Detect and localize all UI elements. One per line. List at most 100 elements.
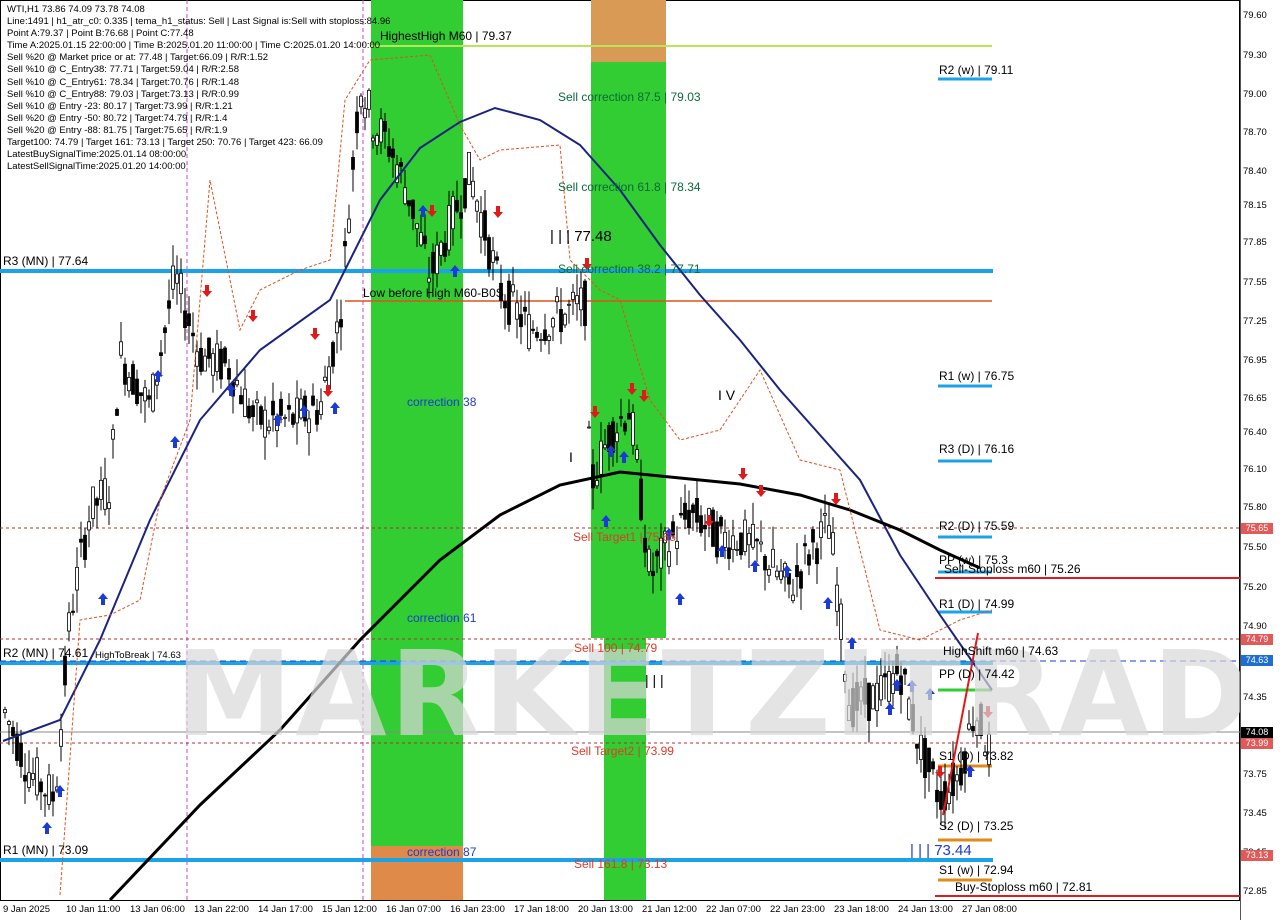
candle-body (531, 328, 535, 331)
candle-body (247, 405, 251, 419)
price-tick-label: 79.30 (1243, 50, 1267, 61)
buy-arrow (675, 593, 685, 605)
time-tick-label: 16 Jan 07:00 (386, 904, 441, 915)
price-tick-label: 78.15 (1243, 200, 1267, 211)
info-line: Sell %10 @ C_Entry38: 77.71 | Target:59.… (7, 64, 239, 76)
info-line: Sell %20 @ Entry -88: 81.75 | Target:75.… (7, 124, 228, 136)
price-tick-label: 76.65 (1243, 393, 1267, 404)
candle-body (127, 377, 131, 392)
candle-body (283, 416, 287, 419)
candle-body (79, 538, 83, 543)
r3-d-label: R3 (D) | 76.16 (939, 442, 1015, 456)
candle-body (687, 509, 691, 529)
candle-body (679, 512, 683, 516)
sell-arrow (310, 328, 320, 340)
candle-body (179, 272, 183, 295)
info-line: Sell %20 @ Entry -50: 80.72 | Target:74.… (7, 112, 228, 124)
wave-iii-low-label: | | | 73.44 (910, 842, 972, 859)
candle-body (595, 480, 599, 487)
candle-body (459, 212, 463, 219)
candle-body (107, 502, 111, 510)
buy-arrow (823, 597, 833, 609)
candle-body (575, 295, 579, 305)
price-tick-label: 73.75 (1243, 769, 1267, 780)
price-tick-label: 74.90 (1243, 621, 1267, 632)
candle-body (147, 395, 151, 400)
candle-body (335, 321, 339, 334)
price-tag: 73.13 (1241, 850, 1273, 861)
price-tick-label: 77.25 (1243, 316, 1267, 327)
candle-body (751, 523, 755, 548)
candle-body (763, 555, 767, 571)
time-tick-label: 22 Jan 07:00 (706, 904, 761, 915)
candle-body (315, 409, 319, 425)
candle-body (23, 774, 27, 782)
candle-body (715, 521, 719, 558)
candle-body (579, 287, 583, 311)
candle-body (67, 612, 71, 632)
r2-mn-label: R2 (MN) | 74.61 (3, 646, 89, 660)
high-to-break-label: HighToBreak | 74.63 (95, 650, 181, 661)
candle-body (123, 363, 127, 385)
candle-body (167, 300, 171, 309)
candle-body (187, 313, 191, 327)
candle-body (471, 180, 475, 198)
sell-zone-orange (591, 0, 666, 62)
candle-body (51, 791, 55, 802)
candle-body (483, 210, 487, 241)
info-line: LatestBuySignalTime:2025.01.14 08:00:00 (7, 149, 187, 161)
price-tick-label: 76.10 (1243, 464, 1267, 475)
candle-body (423, 235, 427, 245)
price-tick-label: 73.45 (1243, 808, 1267, 819)
info-line: Target100: 74.79 | Target 161: 73.13 | T… (7, 137, 323, 149)
candle-body (163, 327, 167, 334)
r2-w-label: R2 (w) | 79.11 (939, 63, 1014, 77)
info-line: Time A:2025.01.15 22:00:00 | Time B:2025… (7, 40, 381, 52)
candle-body (503, 301, 507, 309)
time-tick-label: 10 Jan 11:00 (66, 904, 121, 915)
candle-body (115, 409, 119, 416)
price-tick-label: 74.35 (1243, 692, 1267, 703)
candle-body (143, 387, 147, 402)
candle-body (719, 516, 723, 527)
price-tag: 74.08 (1241, 727, 1273, 738)
time-tick-label: 27 Jan 08:00 (962, 904, 1017, 915)
candle-body (771, 548, 775, 568)
candle-body (467, 151, 471, 185)
sell-correction-382-label: Sell correction 38.2 | 77.71 (558, 262, 701, 276)
price-axis[interactable] (1240, 0, 1280, 920)
candle-body (11, 727, 15, 737)
candle-body (759, 541, 763, 545)
candle-body (479, 212, 483, 238)
candle-body (543, 329, 547, 342)
time-tick-label: 13 Jan 22:00 (194, 904, 249, 915)
candle-body (647, 548, 651, 573)
correction-87-label: correction 87 (407, 845, 477, 859)
r1-w-label: R1 (w) | 76.75 (939, 369, 1015, 383)
candle-body (535, 332, 539, 338)
candle-body (667, 551, 671, 567)
candle-body (183, 310, 187, 328)
candle-body (435, 244, 439, 275)
candle-body (699, 515, 703, 533)
candle-body (59, 729, 63, 747)
candle-body (695, 498, 699, 523)
info-panel: WTI,H1 73.86 74.09 73.78 74.08 Line:1491 … (7, 4, 390, 173)
candle-body (803, 543, 807, 547)
candle-body (75, 566, 79, 591)
candle-body (47, 774, 51, 805)
candle-body (171, 265, 175, 290)
candle-body (475, 200, 479, 212)
candle-body (119, 341, 123, 356)
r1-mn-label: R1 (MN) | 73.09 (3, 843, 89, 857)
candle-body (683, 502, 687, 520)
candle-body (583, 280, 587, 326)
time-tick-label: 16 Jan 23:00 (450, 904, 505, 915)
info-line: Sell %10 @ C_Entry61: 78.34 | Target:70.… (7, 76, 239, 88)
candle-body (651, 570, 655, 577)
candle-body (755, 538, 759, 542)
candle-body (819, 521, 823, 538)
candle-body (711, 509, 715, 547)
price-tick-label: 78.40 (1243, 166, 1267, 177)
candle-body (135, 378, 139, 405)
